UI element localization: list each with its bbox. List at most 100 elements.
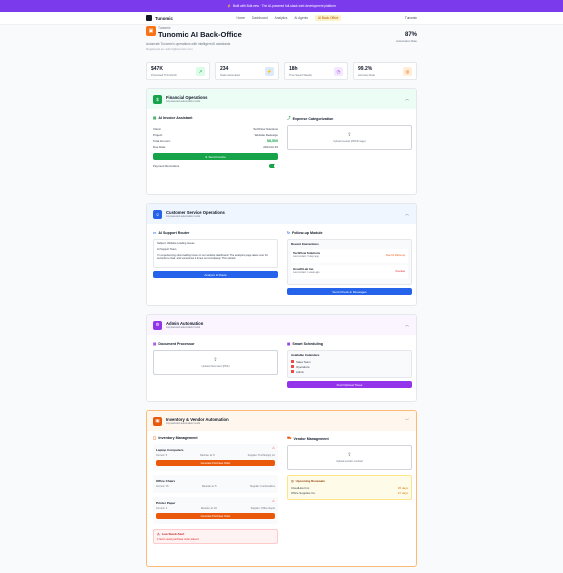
package-icon: ▣ [153, 416, 162, 426]
nav-dashboard[interactable]: Dashboard [252, 16, 268, 20]
row-label: Client: [153, 127, 162, 131]
item-current: Current: 5 [156, 454, 168, 457]
section-subtitle: AI-powered automation tools [166, 215, 201, 218]
admin-header[interactable]: ⚙ Admin Automation AI-powered automation … [147, 315, 416, 335]
invoice-details: Client: TechFlow Solutions Project: Websit… [153, 126, 278, 150]
vendor-name: Office Supplies Co. [291, 490, 316, 495]
renewal-days: 67 days [397, 490, 408, 495]
invoice-assistant: ▤ AI Invoice Assistant Client: TechFlow So… [153, 116, 278, 169]
follow-up-module: ↻ Follow-up Module Recent Interactions Te… [287, 231, 412, 295]
stat-card: 18h Time Saved Weekly ◷ [284, 62, 348, 80]
upload-label: Upload document (PDF) [201, 365, 230, 368]
automation-rate-value: 87% [404, 32, 417, 38]
bolt-icon: ⚡ [227, 4, 232, 8]
alert-triangle-icon: ⚠ [271, 499, 275, 503]
item-meta: Current: 15 Reorder at: 5 Supplier: Furnit… [156, 485, 275, 488]
analyze-route-button[interactable]: Analyze & Route [153, 271, 278, 278]
invoice-title: AI Invoice Assistant [158, 116, 193, 120]
document-upload[interactable]: ⇪ Upload document (PDF) [153, 350, 278, 375]
last-contact: Last contact: 1 week ago [293, 271, 320, 274]
renewal-days: 45 days [397, 485, 408, 490]
row-label: Project: [153, 133, 163, 137]
contract-upload[interactable]: ⇪ Upload vendor contract [287, 445, 412, 470]
item-meta: Current: 3 Reorder at: 20 Supplier: Office… [156, 507, 275, 510]
reminders-label: Payment Reminders [153, 164, 180, 168]
inventory-management: ▢ Inventory Management Laptop Computers ⚠ … [153, 436, 278, 544]
section-subtitle: AI-powered automation tools [166, 326, 201, 329]
interaction-item[interactable]: TechFlow Solutions Last contact: 3 days … [291, 249, 408, 263]
interactions-heading: Recent Interactions [291, 242, 319, 246]
settings-icon: ⚙ [153, 320, 162, 330]
receipt-upload[interactable]: ⇪ Upload receipt (PDF/Image) [287, 125, 412, 150]
clock-icon: ◷ [291, 479, 294, 483]
page-title: Tunomic AI Back-Office [158, 30, 242, 39]
chevron-up-icon[interactable]: ︿ [405, 322, 409, 328]
customer-service-card: ☺ Customer Service Operations AI-powered … [146, 203, 417, 306]
chevron-down-icon[interactable]: ﹀ [405, 418, 409, 424]
calendar-label: Sales Team [296, 359, 311, 364]
nav-ai-agents[interactable]: AI Agents [294, 16, 308, 20]
generate-po-button[interactable]: Generate Purchase Order [156, 460, 275, 466]
recent-interactions: Recent Interactions TechFlow Solutions L… [287, 239, 412, 285]
chevron-up-icon[interactable]: ︿ [405, 211, 409, 217]
message-line: I'm experiencing slow loading times on o… [157, 253, 268, 261]
chevron-up-icon[interactable]: ︿ [405, 96, 409, 102]
send-checkin-button[interactable]: Send Check-in Messages [287, 288, 412, 295]
button-label: Send Invoice [208, 154, 226, 159]
invoice-row: Due Date: 2024-02-15 [153, 144, 278, 150]
trending-up-icon: ↗ [196, 67, 205, 76]
support-message-textarea[interactable]: Subject: Website Loading Issues Hi Suppo… [153, 239, 278, 268]
expense-title-row: ⤴ Expense Categorization [287, 116, 412, 121]
dollar-icon: $ [153, 94, 162, 104]
renewal-row: Office Supplies Co. 67 days [291, 490, 408, 495]
financial-header[interactable]: $ Financial Operations AI-powered automat… [147, 89, 416, 109]
upload-label: Upload vendor contract [336, 460, 363, 463]
stat-card: 99.2% Accuracy Rate ◎ [353, 62, 417, 80]
stat-label: Accuracy Rate [358, 74, 375, 77]
nav-ai-back-office[interactable]: AI Back-Office [315, 15, 342, 21]
nav-analytics[interactable]: Analytics [275, 16, 288, 20]
generate-po-button[interactable]: Generate Purchase Order [156, 513, 275, 519]
automation-rate-label: Automation Rate [396, 39, 417, 43]
available-calendars: Available Calendars Sales Team Operation… [287, 350, 412, 378]
truck-icon: ⛟ [287, 436, 292, 440]
alert-triangle-icon: ⚠ [157, 532, 160, 536]
calendar-icon: ▦ [287, 342, 291, 346]
inv-title: Inventory Management [158, 436, 198, 440]
brand[interactable]: Tunomic [146, 15, 173, 21]
document-processor: ▤ Document Processor ⇪ Upload document (PD… [153, 342, 278, 375]
receipt-icon: ⤴ [287, 116, 291, 120]
checkbox-icon [291, 370, 294, 373]
top-nav: Tunomic Home Dashboard Analytics AI Agen… [0, 12, 563, 25]
stat-label: Processed This Month [151, 74, 177, 77]
item-current: Current: 15 [156, 485, 169, 488]
renewals-title: Upcoming Renewals [295, 479, 325, 483]
reminders-toggle[interactable] [269, 163, 278, 169]
users-icon: ☺ [153, 209, 162, 219]
calendar-label: Admin [296, 369, 304, 374]
send-invoice-button[interactable]: ➤ Send Invoice [153, 153, 278, 160]
promo-banner[interactable]: ⚡ Built with Bolt.new · The AI-powered fu… [0, 0, 563, 12]
briefcase-icon: ▣ [146, 26, 156, 36]
brand-name: Tunomic [155, 15, 173, 21]
upload-icon: ⇪ [347, 452, 352, 458]
checkbox-icon [291, 360, 294, 363]
low-stock-alert: ⚠ Low Stock Alert 2 items need purchase o… [153, 529, 278, 544]
stat-card: 234 Tasks Automated ⚡ [215, 62, 279, 80]
calendar-checkbox[interactable]: Admin [291, 369, 408, 374]
item-supplier: Supplier: FurnitureRus [249, 485, 275, 488]
doc-title-row: ▤ Document Processor [153, 342, 278, 346]
inventory-vendor-card: ▣ Inventory & Vendor Automation AI-powere… [146, 410, 417, 567]
item-current: Current: 3 [156, 507, 168, 510]
row-value: 2024-02-15 [263, 145, 278, 149]
inventory-item: Laptop Computers ⚠ Current: 5 Reorder at: … [153, 444, 278, 471]
inventory-header[interactable]: ▣ Inventory & Vendor Automation AI-powere… [147, 411, 416, 431]
find-optimal-times-button[interactable]: Find Optimal Times [287, 381, 412, 388]
item-supplier: Supplier: Office Depot [250, 507, 275, 510]
nav-home[interactable]: Home [237, 16, 246, 20]
user-menu[interactable]: Tunomic [405, 16, 417, 20]
item-supplier: Supplier: TechSupply Co [247, 454, 275, 457]
interaction-item[interactable]: GrowthLab Inc. Last contact: 1 week ago … [291, 265, 408, 279]
calendar-label: Operations [296, 364, 310, 369]
customer-header[interactable]: ☺ Customer Service Operations AI-powered … [147, 204, 416, 224]
